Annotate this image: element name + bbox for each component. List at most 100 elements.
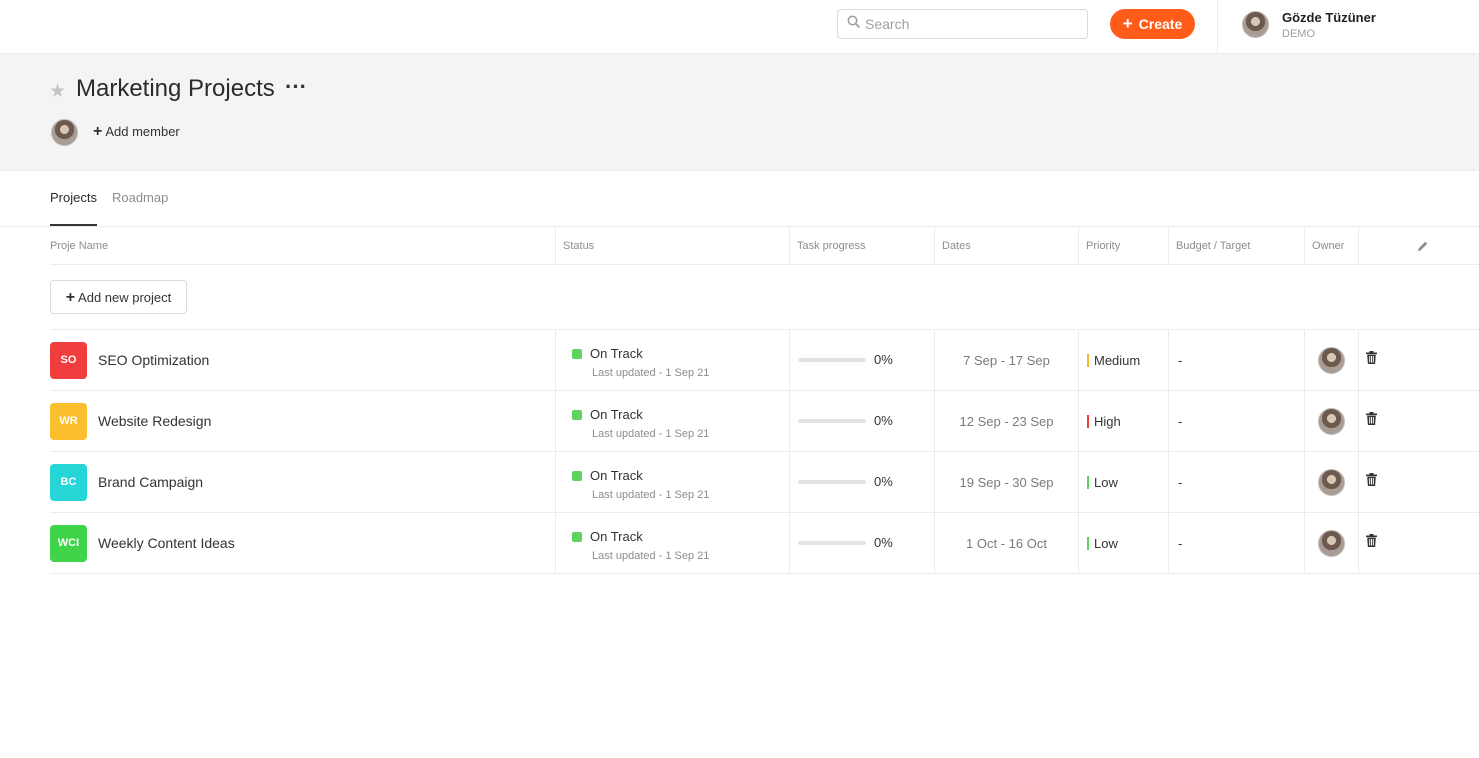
page-title: Marketing Projects (76, 75, 275, 102)
user-name: Gözde Tüzüner (1282, 10, 1376, 25)
column-header-name: Proje Name (50, 239, 109, 252)
trash-icon[interactable] (1366, 473, 1377, 491)
budget-cell[interactable]: - (1168, 330, 1304, 390)
status-indicator (572, 349, 582, 359)
actions-cell (1358, 513, 1479, 573)
priority-label: Low (1094, 474, 1118, 490)
project-name-cell[interactable]: SO SEO Optimization (50, 330, 555, 390)
priority-indicator (1087, 414, 1089, 428)
project-name[interactable]: SEO Optimization (98, 352, 209, 368)
add-member-button[interactable]: + Add member (93, 123, 180, 140)
project-name[interactable]: Brand Campaign (98, 474, 203, 490)
star-icon[interactable]: ★ (49, 80, 66, 103)
owner-cell[interactable] (1304, 452, 1358, 512)
dates-cell[interactable]: 19 Sep - 30 Sep (934, 452, 1078, 512)
owner-avatar (1318, 346, 1345, 374)
add-project-row: + Add new project (50, 265, 1479, 330)
owner-avatar (1318, 529, 1345, 557)
actions-cell (1358, 391, 1479, 451)
priority-cell[interactable]: Low (1078, 513, 1168, 573)
priority-indicator (1087, 536, 1089, 550)
more-options-icon[interactable]: ··· (285, 74, 307, 100)
table-header: Proje Name Status Task progress Dates Pr… (50, 227, 1479, 265)
table-row[interactable]: BC Brand Campaign On Track Last updated … (50, 452, 1479, 513)
trash-icon[interactable] (1366, 412, 1377, 430)
table-row[interactable]: WCI Weekly Content Ideas On Track Last u… (50, 513, 1479, 574)
status-cell[interactable]: On Track Last updated - 1 Sep 21 (555, 513, 789, 573)
project-name[interactable]: Website Redesign (98, 413, 211, 429)
dates-cell[interactable]: 7 Sep - 17 Sep (934, 330, 1078, 390)
priority-cell[interactable]: Low (1078, 452, 1168, 512)
actions-cell (1358, 452, 1479, 512)
progress-cell: 0% (789, 452, 934, 512)
column-header-priority: Priority (1078, 227, 1168, 264)
owner-cell[interactable] (1304, 330, 1358, 390)
status-label: On Track (590, 529, 643, 544)
progress-percent: 0% (874, 352, 893, 367)
tab-projects[interactable]: Projects (50, 171, 97, 226)
progress-bar (798, 480, 866, 484)
user-menu[interactable]: Gözde Tüzüner DEMO (1217, 0, 1479, 54)
actions-cell (1358, 330, 1479, 390)
status-last-updated: Last updated - 1 Sep 21 (592, 489, 710, 501)
project-name-cell[interactable]: WCI Weekly Content Ideas (50, 513, 555, 573)
search-box[interactable] (837, 9, 1088, 39)
project-header: ★ Marketing Projects ··· + Add member (0, 54, 1479, 171)
plus-icon: + (65, 288, 76, 306)
search-icon (847, 15, 860, 33)
status-last-updated: Last updated - 1 Sep 21 (592, 367, 710, 379)
column-header-owner: Owner (1304, 227, 1358, 264)
status-indicator (572, 410, 582, 420)
member-avatar[interactable] (51, 119, 78, 146)
status-cell[interactable]: On Track Last updated - 1 Sep 21 (555, 391, 789, 451)
owner-avatar (1318, 468, 1345, 496)
priority-label: Medium (1094, 352, 1141, 368)
progress-percent: 0% (874, 535, 893, 550)
budget-cell[interactable]: - (1168, 391, 1304, 451)
owner-cell[interactable] (1304, 391, 1358, 451)
search-input[interactable] (865, 16, 1065, 32)
top-bar: + Create Gözde Tüzüner DEMO (0, 0, 1479, 54)
dates-cell[interactable]: 12 Sep - 23 Sep (934, 391, 1078, 451)
status-label: On Track (590, 407, 643, 422)
trash-icon[interactable] (1366, 534, 1377, 552)
dates-cell[interactable]: 1 Oct - 16 Oct (934, 513, 1078, 573)
trash-icon[interactable] (1366, 351, 1377, 369)
status-indicator (572, 471, 582, 481)
owner-cell[interactable] (1304, 513, 1358, 573)
add-new-project-label: Add new project (78, 289, 172, 305)
column-header-dates: Dates (934, 227, 1078, 264)
status-cell[interactable]: On Track Last updated - 1 Sep 21 (555, 330, 789, 390)
pencil-icon[interactable] (1417, 239, 1429, 257)
add-new-project-button[interactable]: + Add new project (50, 280, 187, 314)
plus-icon: + (93, 123, 103, 140)
project-list: SO SEO Optimization On Track Last update… (50, 330, 1479, 574)
priority-label: Low (1094, 535, 1118, 551)
column-header-status: Status (555, 227, 789, 264)
project-badge: WR (50, 402, 87, 440)
column-header-budget: Budget / Target (1168, 227, 1304, 264)
progress-cell: 0% (789, 391, 934, 451)
user-avatar (1242, 11, 1269, 38)
create-label: Create (1138, 16, 1183, 32)
budget-cell[interactable]: - (1168, 513, 1304, 573)
project-name-cell[interactable]: WR Website Redesign (50, 391, 555, 451)
status-label: On Track (590, 346, 643, 361)
column-header-progress: Task progress (789, 227, 934, 264)
status-indicator (572, 532, 582, 542)
project-name[interactable]: Weekly Content Ideas (98, 535, 235, 551)
progress-bar (798, 419, 866, 423)
budget-cell[interactable]: - (1168, 452, 1304, 512)
priority-label: High (1094, 413, 1121, 429)
tab-roadmap[interactable]: Roadmap (112, 171, 168, 226)
priority-cell[interactable]: Medium (1078, 330, 1168, 390)
priority-cell[interactable]: High (1078, 391, 1168, 451)
priority-indicator (1087, 475, 1089, 489)
table-row[interactable]: SO SEO Optimization On Track Last update… (50, 330, 1479, 391)
status-cell[interactable]: On Track Last updated - 1 Sep 21 (555, 452, 789, 512)
view-tabs: Projects Roadmap (50, 171, 168, 226)
table-row[interactable]: WR Website Redesign On Track Last update… (50, 391, 1479, 452)
progress-percent: 0% (874, 413, 893, 428)
create-button[interactable]: + Create (1110, 9, 1195, 39)
project-name-cell[interactable]: BC Brand Campaign (50, 452, 555, 512)
